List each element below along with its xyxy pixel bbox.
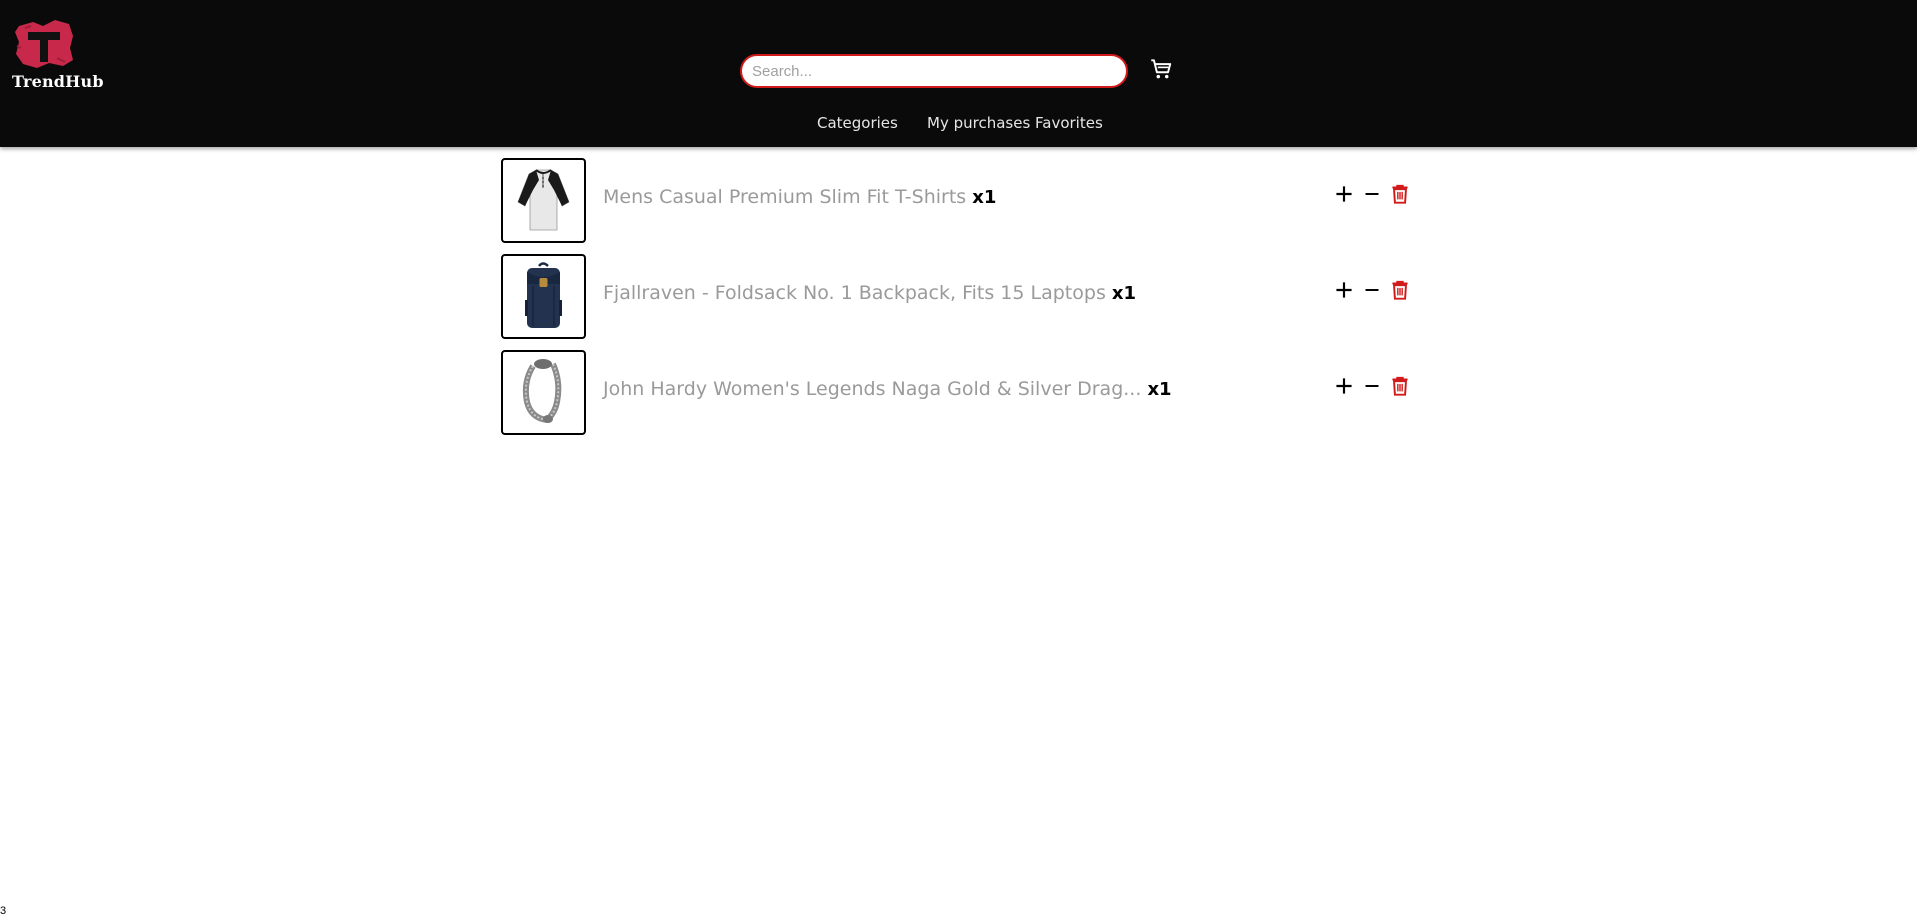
- trash-icon[interactable]: [1387, 181, 1413, 207]
- nav-my-purchases[interactable]: My purchases: [927, 114, 1030, 132]
- product-title[interactable]: Mens Casual Premium Slim Fit T-Shirts x1: [603, 186, 996, 208]
- plus-icon[interactable]: [1331, 373, 1357, 399]
- trash-icon[interactable]: [1387, 277, 1413, 303]
- product-name: Fjallraven - Foldsack No. 1 Backpack, Fi…: [603, 282, 1106, 304]
- quantity-label: x1: [972, 187, 997, 208]
- top-header: TrendHub Categories My purchases Favorit…: [0, 0, 1917, 147]
- product-name: John Hardy Women's Legends Naga Gold & S…: [603, 378, 1142, 400]
- cart-item: John Hardy Women's Legends Naga Gold & S…: [501, 350, 1411, 436]
- bracelet-image: [522, 359, 562, 423]
- plus-icon[interactable]: [1331, 277, 1357, 303]
- shopping-cart-icon[interactable]: [1148, 56, 1174, 82]
- search-input[interactable]: [740, 54, 1128, 88]
- backpack-image: [525, 262, 562, 328]
- minus-icon[interactable]: [1359, 181, 1385, 207]
- brand-name: TrendHub: [12, 72, 104, 91]
- cart-item: Fjallraven - Foldsack No. 1 Backpack, Fi…: [501, 254, 1411, 340]
- product-image[interactable]: [501, 158, 586, 243]
- nav-categories[interactable]: Categories: [817, 114, 898, 132]
- plus-icon[interactable]: [1331, 181, 1357, 207]
- trash-icon[interactable]: [1387, 373, 1413, 399]
- cart-item: Mens Casual Premium Slim Fit T-Shirts x1: [501, 158, 1411, 244]
- quantity-label: x1: [1111, 283, 1137, 304]
- product-title[interactable]: Fjallraven - Foldsack No. 1 Backpack, Fi…: [603, 282, 1136, 304]
- nav-favorites[interactable]: Favorites: [1035, 114, 1103, 132]
- product-title[interactable]: John Hardy Women's Legends Naga Gold & S…: [603, 378, 1172, 400]
- page-number: 3: [0, 905, 7, 917]
- tshirt-image: [517, 169, 570, 231]
- product-name: Mens Casual Premium Slim Fit T-Shirts: [603, 186, 967, 208]
- logo-mark-icon: [15, 20, 73, 68]
- product-image[interactable]: [501, 254, 586, 339]
- product-image[interactable]: [501, 350, 586, 435]
- minus-icon[interactable]: [1359, 277, 1385, 303]
- brand-logo[interactable]: TrendHub: [11, 18, 104, 93]
- minus-icon[interactable]: [1359, 373, 1385, 399]
- quantity-label: x1: [1147, 379, 1172, 400]
